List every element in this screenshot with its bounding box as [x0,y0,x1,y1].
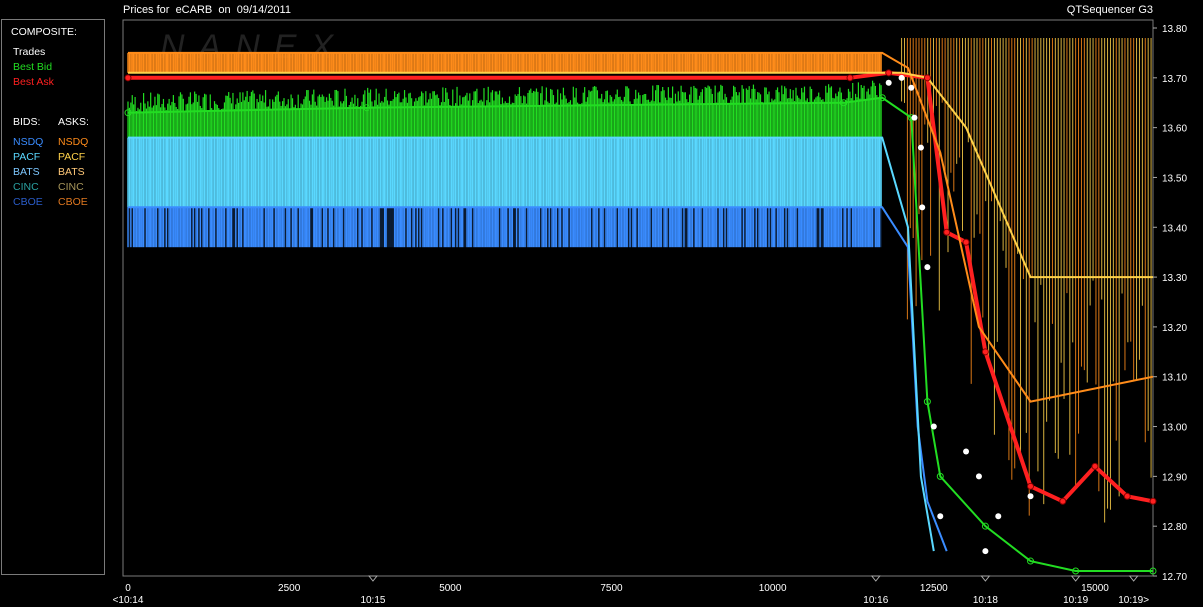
trade-point [930,423,937,430]
best-ask-marker [1059,497,1067,505]
x-tick-label: 5000 [439,583,462,594]
y-tick-label: 13.30 [1162,273,1187,284]
trade-point [917,144,924,151]
y-tick-label: 13.20 [1162,323,1187,334]
trade-point [975,473,982,480]
time-marker [1070,575,1081,582]
time-tick-label: 10:15 [360,595,385,606]
trade-point [963,448,970,455]
y-tick-label: 12.70 [1162,572,1187,583]
y-tick-label: 13.80 [1162,24,1187,35]
x-tick-label: 2500 [278,583,301,594]
trade-point [1027,493,1034,500]
trade-point [898,74,905,81]
best-ask-marker [846,74,854,82]
best-ask-marker [943,228,951,236]
time-marker [1128,575,1139,582]
best-ask-marker [981,348,989,356]
y-axis: 13.80 13.70 13.60 13.50 13.40 13.30 13.20 13.10… [1153,24,1187,583]
x-tick-label: 7500 [600,583,623,594]
best-ask-marker [1149,497,1157,505]
x-axis: 0 2500 5000 7500 10000 12500 15000 <10:14 10:15 1… [113,575,1149,606]
x-tick-label: 10000 [759,583,787,594]
best-ask-marker [923,74,931,82]
time-marker [367,575,379,582]
time-tick-label: 10:16 [863,595,888,606]
x-tick-label: 0 [125,583,131,594]
trade-point [937,513,944,520]
y-tick-label: 13.70 [1162,74,1187,85]
x-tick-label: 15000 [1081,583,1109,594]
best-ask-marker [1091,462,1099,470]
best-ask-marker [962,238,970,246]
best-ask-marker [885,69,893,77]
trade-point [919,204,926,211]
y-tick-label: 12.80 [1162,522,1187,533]
trade-point [982,548,989,555]
time-tick-label: 10:19> [1118,595,1149,606]
time-tick-label: <10:14 [113,595,144,606]
y-tick-label: 13.10 [1162,373,1187,384]
y-tick-label: 13.50 [1162,173,1187,184]
best-ask-marker [124,74,132,82]
time-tick-label: 10:19 [1063,595,1088,606]
trade-point [911,114,918,121]
time-tick-label: 10:18 [973,595,998,606]
best-ask-marker [1123,492,1131,500]
trade-point [995,513,1002,520]
y-tick-label: 13.40 [1162,223,1187,234]
y-tick-label: 13.00 [1162,423,1187,434]
x-tick-label: 12500 [920,583,948,594]
best-ask-marker [1027,482,1035,490]
time-marker [980,575,991,582]
time-marker [870,575,881,582]
trade-point [908,84,915,91]
price-chart: NANEX 13.8013.7013.6013.5013.4013.3013.2… [113,19,1187,606]
trade-point [885,79,892,86]
trade-point [924,264,931,271]
y-tick-label: 12.90 [1162,472,1187,483]
y-tick-label: 13.60 [1162,124,1187,135]
